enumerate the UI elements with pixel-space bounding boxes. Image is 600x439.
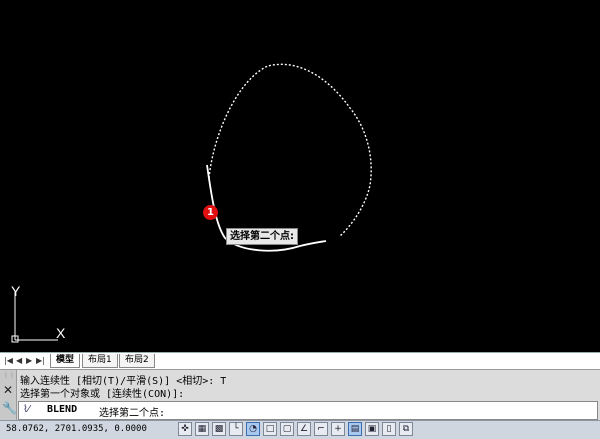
next-tab-button[interactable]: ▶	[26, 355, 32, 366]
drag-handle-icon[interactable]: ⋮⋮	[3, 373, 15, 379]
previous-tab-button[interactable]: ◀	[16, 355, 22, 366]
command-window: ⋮⋮ ✕ 🔧 输入连续性 [相切(T)/平滑(S)] <相切>: T 选择第一个…	[0, 369, 600, 420]
infer-constraints-icon[interactable]: ✜	[178, 422, 192, 436]
allow-dynamic-ucs-icon[interactable]: ⌐	[314, 422, 328, 436]
selected-spline-dashed[interactable]	[208, 63, 372, 237]
object-snap-tracking-icon[interactable]: ∠	[297, 422, 311, 436]
status-bar: 58.0762, 2701.0935, 0.0000 ✜ ▦ ▩ └ ◔ □ ▢ ∠ ⌐ + ▤ ▣ ▯…	[0, 420, 600, 439]
grid-display-icon[interactable]: ▩	[212, 422, 226, 436]
step-marker: 1	[203, 205, 218, 220]
quick-properties-icon[interactable]: ▯	[382, 422, 396, 436]
object-snap-icon[interactable]: □	[263, 422, 277, 436]
selection-cycling-icon[interactable]: ⧉	[399, 422, 413, 436]
3d-object-snap-icon[interactable]: ▢	[280, 422, 294, 436]
drawing-area[interactable]: Y X	[0, 0, 600, 352]
command-history-line: 选择第一个对象或 [连续性(CON)]:	[20, 389, 185, 400]
tab-model[interactable]: 模型	[50, 354, 81, 368]
command-window-grip[interactable]: ⋮⋮ ✕ 🔧	[0, 370, 17, 420]
ucs-x-label: X	[56, 325, 66, 341]
last-tab-button[interactable]: ▶|	[36, 355, 45, 366]
drawing-canvas[interactable]: Y X 1 选择第二个点:	[0, 0, 600, 352]
layout-tab-bar: |◀ ◀ ▶ ▶| 模型 布局1 布局2	[0, 352, 600, 369]
customize-wrench-icon[interactable]: 🔧	[2, 401, 17, 415]
ortho-mode-icon[interactable]: └	[229, 422, 243, 436]
ucs-y-label: Y	[11, 283, 21, 299]
command-prompt: 选择第二个点:	[99, 408, 166, 419]
ucs-icon: Y X	[11, 283, 66, 343]
lineweight-icon[interactable]: ▤	[348, 422, 362, 436]
tab-layout2[interactable]: 布局2	[119, 354, 155, 368]
command-input[interactable]: ⌇⁄ BLEND 选择第二个点:	[18, 401, 598, 420]
dynamic-input-icon[interactable]: +	[331, 422, 345, 436]
command-line-icon: ⌇⁄	[23, 404, 30, 415]
snap-mode-icon[interactable]: ▦	[195, 422, 209, 436]
close-icon[interactable]: ✕	[3, 383, 13, 397]
transparency-icon[interactable]: ▣	[365, 422, 379, 436]
coordinate-readout[interactable]: 58.0762, 2701.0935, 0.0000	[6, 424, 147, 434]
first-tab-button[interactable]: |◀	[4, 355, 13, 366]
tab-layout1[interactable]: 布局1	[82, 354, 118, 368]
active-command: BLEND	[47, 404, 78, 415]
dynamic-input-tooltip: 选择第二个点:	[226, 228, 298, 245]
polar-tracking-icon[interactable]: ◔	[246, 422, 260, 436]
